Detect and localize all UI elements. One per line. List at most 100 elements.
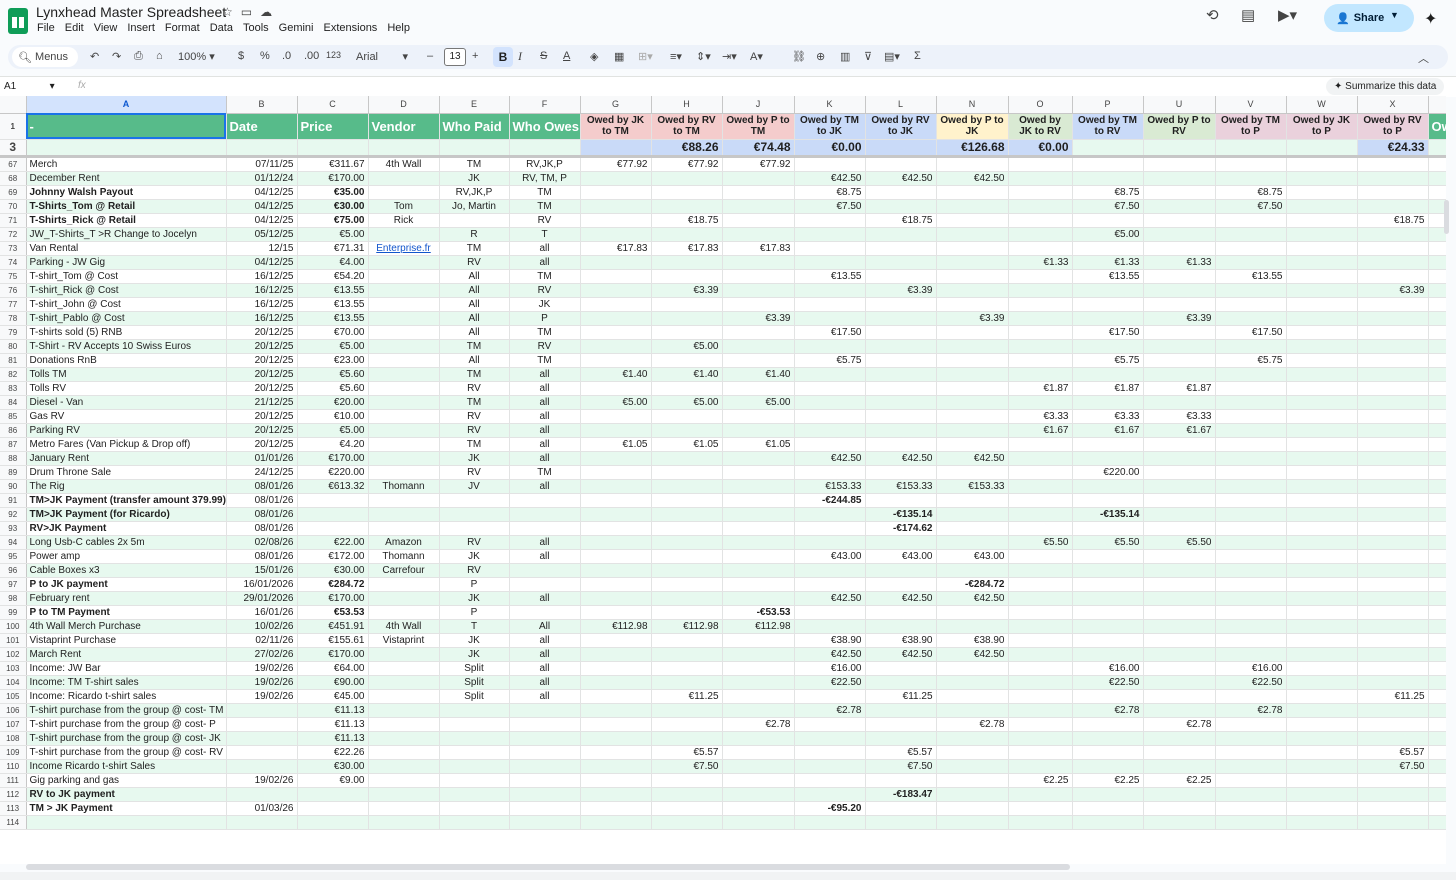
cell[interactable]: 04/12/25 — [226, 255, 298, 270]
comments-icon[interactable]: ▤ — [1241, 6, 1255, 24]
cell[interactable]: 24/12/25 — [226, 465, 298, 480]
cell[interactable] — [1357, 255, 1429, 270]
cell[interactable]: 10/02/26 — [226, 619, 298, 634]
cell[interactable] — [1428, 269, 1446, 284]
column-header[interactable]: W — [1286, 96, 1358, 114]
cell[interactable] — [226, 745, 298, 760]
cell[interactable]: Income: JW Bar — [26, 661, 227, 676]
header-cell[interactable]: Owed by JK to P — [1286, 113, 1358, 140]
cell[interactable]: JK — [439, 549, 510, 564]
cell[interactable]: 20/12/25 — [226, 409, 298, 424]
cell[interactable] — [794, 437, 866, 452]
cell[interactable] — [509, 801, 581, 816]
cell[interactable] — [297, 787, 369, 802]
increase-decimal-button[interactable]: .00 — [304, 50, 319, 62]
total-cell[interactable] — [297, 139, 369, 158]
cell[interactable] — [936, 787, 1009, 802]
cell[interactable] — [722, 675, 795, 690]
cell[interactable] — [1428, 549, 1446, 564]
cell[interactable]: €42.50 — [865, 647, 937, 662]
italic-button[interactable]: I — [518, 49, 522, 64]
cell[interactable] — [936, 493, 1009, 508]
cell[interactable] — [1072, 605, 1144, 620]
cell[interactable]: €2.78 — [1215, 703, 1287, 718]
cell[interactable] — [509, 787, 581, 802]
cell[interactable] — [1072, 283, 1144, 298]
cell[interactable]: RV — [509, 213, 581, 228]
cell[interactable] — [1008, 479, 1073, 494]
cell[interactable] — [580, 423, 652, 438]
cell[interactable] — [1357, 647, 1429, 662]
cell[interactable] — [1143, 185, 1216, 200]
cell[interactable] — [1215, 171, 1287, 186]
cell[interactable]: T-Shirts_Rick @ Retail — [26, 213, 227, 228]
cell[interactable]: all — [509, 409, 581, 424]
cell[interactable] — [297, 521, 369, 536]
font-select[interactable]: Arial ▾ — [356, 50, 408, 63]
header-cell[interactable]: Who Paid — [439, 113, 510, 140]
cell[interactable]: -€174.62 — [865, 521, 937, 536]
cell[interactable] — [1143, 549, 1216, 564]
row-number[interactable]: 81 — [0, 353, 27, 368]
cell[interactable] — [865, 801, 937, 816]
text-color-icon[interactable]: A — [563, 50, 570, 62]
cell[interactable]: Van Rental — [26, 241, 227, 256]
cell[interactable] — [865, 325, 937, 340]
cell[interactable] — [1428, 675, 1446, 690]
font-size-increase-button[interactable]: + — [472, 50, 478, 62]
row-number[interactable]: 79 — [0, 325, 27, 340]
cell[interactable] — [509, 493, 581, 508]
cell[interactable] — [722, 731, 795, 746]
cell[interactable] — [1286, 619, 1358, 634]
cell[interactable] — [1008, 437, 1073, 452]
cell[interactable] — [1215, 423, 1287, 438]
cell[interactable]: All — [439, 283, 510, 298]
cell[interactable] — [1072, 479, 1144, 494]
row-number[interactable]: 109 — [0, 745, 27, 760]
cell[interactable] — [1286, 577, 1358, 592]
cell[interactable]: -€183.47 — [865, 787, 937, 802]
cell[interactable] — [794, 423, 866, 438]
cell[interactable] — [1143, 171, 1216, 186]
cell[interactable] — [1008, 703, 1073, 718]
font-size-decrease-button[interactable]: – — [427, 50, 433, 62]
cell[interactable]: €77.92 — [580, 156, 652, 172]
cell[interactable] — [439, 717, 510, 732]
cell[interactable]: T-shirt purchase from the group @ cost- … — [26, 703, 227, 718]
cell[interactable] — [1008, 241, 1073, 256]
cell[interactable] — [1286, 773, 1358, 788]
cell[interactable]: Donations RnB — [26, 353, 227, 368]
cell[interactable] — [1357, 156, 1429, 172]
cell[interactable] — [1357, 311, 1429, 326]
cell[interactable] — [794, 521, 866, 536]
cell[interactable] — [1072, 633, 1144, 648]
cell[interactable] — [509, 773, 581, 788]
cell[interactable] — [580, 325, 652, 340]
cell[interactable] — [368, 647, 440, 662]
cell[interactable] — [1215, 549, 1287, 564]
cell[interactable]: €155.61 — [297, 633, 369, 648]
menu-view[interactable]: View — [94, 22, 118, 34]
cell[interactable] — [936, 773, 1009, 788]
cell[interactable]: 05/12/25 — [226, 227, 298, 242]
cell[interactable] — [1215, 465, 1287, 480]
row-number[interactable]: 101 — [0, 633, 27, 648]
cell[interactable] — [1008, 717, 1073, 732]
cell[interactable] — [1143, 465, 1216, 480]
cell[interactable] — [651, 787, 723, 802]
cell[interactable] — [580, 479, 652, 494]
cell[interactable]: €22.50 — [1072, 675, 1144, 690]
cell[interactable] — [794, 563, 866, 578]
number-format-button[interactable]: 123 — [326, 50, 341, 60]
cell[interactable]: €2.25 — [1072, 773, 1144, 788]
cell[interactable] — [1357, 563, 1429, 578]
cell[interactable] — [580, 213, 652, 228]
cell[interactable] — [651, 381, 723, 396]
cell[interactable]: T — [439, 619, 510, 634]
cell[interactable] — [1008, 577, 1073, 592]
cell[interactable] — [439, 507, 510, 522]
cell[interactable] — [1357, 549, 1429, 564]
cell[interactable] — [1428, 745, 1446, 760]
column-header[interactable]: B — [226, 96, 298, 114]
cell[interactable]: €17.83 — [722, 241, 795, 256]
